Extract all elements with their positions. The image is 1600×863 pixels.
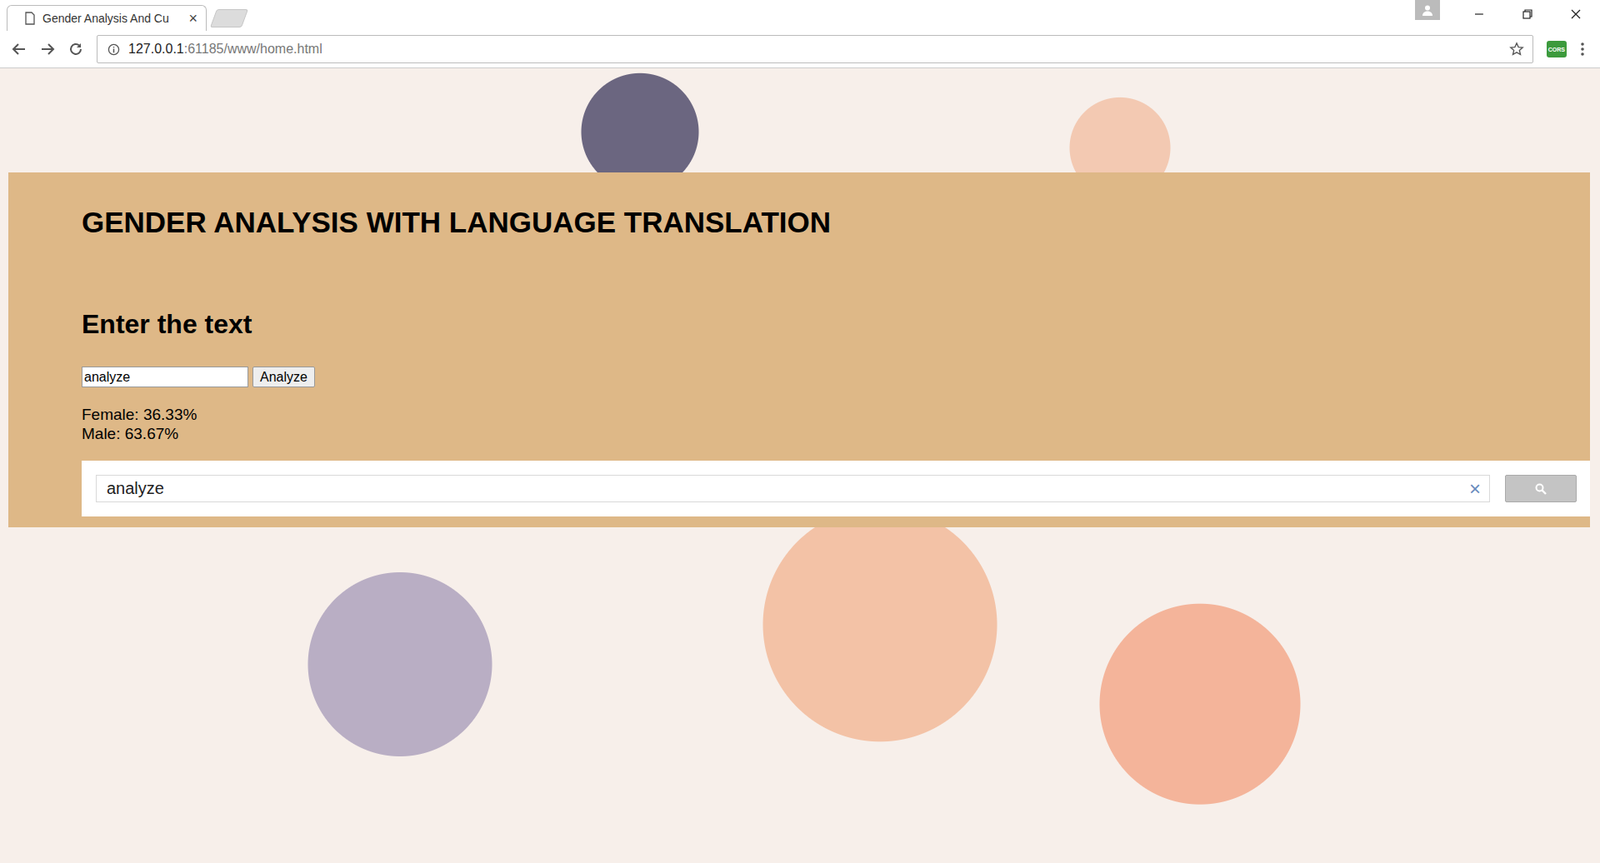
reload-icon[interactable] <box>68 41 84 57</box>
result-line: Female: 36.33% <box>81 405 1590 425</box>
bookmark-star-icon[interactable] <box>1509 41 1525 57</box>
minimize-button[interactable] <box>1455 0 1504 29</box>
address-bar[interactable]: 127.0.0.1:61185/www/home.html <box>96 35 1534 64</box>
restore-button[interactable] <box>1503 0 1552 29</box>
search-icon <box>1535 483 1547 495</box>
clear-button[interactable]: × <box>1469 479 1481 500</box>
new-tab-button[interactable] <box>210 9 249 28</box>
close-icon <box>1570 9 1581 20</box>
browser-tab[interactable]: Gender Analysis And Cu × <box>6 5 207 31</box>
cors-extension-button[interactable]: CORS <box>1546 40 1567 58</box>
restore-icon <box>1522 9 1533 20</box>
minimize-icon <box>1474 9 1485 20</box>
tab-close-button[interactable]: × <box>188 10 198 28</box>
user-icon <box>1421 4 1434 16</box>
back-arrow-icon[interactable] <box>11 41 27 57</box>
url-text: 127.0.0.1:61185/www/home.html <box>128 41 1501 57</box>
toolbar: 127.0.0.1:61185/www/home.html CORS <box>0 30 1600 69</box>
page: GENDER ANALYSIS WITH LANGUAGE TRANSLATIO… <box>0 68 1600 863</box>
prompt-heading: Enter the text <box>81 308 1590 340</box>
close-window-button[interactable] <box>1551 0 1600 29</box>
profile-button[interactable] <box>1415 0 1440 20</box>
search-field[interactable]: × <box>95 475 1490 503</box>
search-box: × <box>81 460 1590 517</box>
page-title: GENDER ANALYSIS WITH LANGUAGE TRANSLATIO… <box>81 205 1590 240</box>
tab-strip: Gender Analysis And Cu × <box>0 0 1600 31</box>
results: Female: 36.33%Male: 63.67% <box>81 405 1590 444</box>
forward-arrow-icon[interactable] <box>40 41 55 57</box>
page-icon <box>24 11 36 25</box>
analyze-button[interactable]: Analyze <box>252 366 315 388</box>
search-button[interactable] <box>1505 475 1577 503</box>
info-icon <box>107 43 120 56</box>
main-panel: GENDER ANALYSIS WITH LANGUAGE TRANSLATIO… <box>8 172 1590 528</box>
tab-title: Gender Analysis And Cu <box>42 11 182 25</box>
search-input[interactable] <box>105 478 1470 500</box>
analyze-form: Analyze <box>81 366 1590 388</box>
browser-window: Gender Analysis And Cu × 127.0.0.1:61185/w… <box>0 0 1600 863</box>
result-line: Male: 63.67% <box>81 424 1590 444</box>
menu-icon[interactable] <box>1580 41 1585 57</box>
text-input[interactable] <box>81 366 249 388</box>
